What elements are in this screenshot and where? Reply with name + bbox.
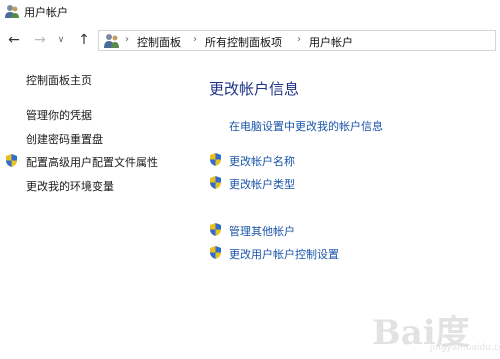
sidebar-item-advanced-profile[interactable]: 配置高级用户配置文件属性 [26, 154, 158, 170]
forward-arrow-icon[interactable]: → [32, 31, 48, 49]
page-heading: 更改帐户信息 [209, 80, 300, 98]
breadcrumb-item-all-items[interactable]: 所有控制面板项 [205, 34, 282, 50]
sidebar-item-manage-credentials[interactable]: 管理你的凭据 [26, 107, 92, 123]
uac-shield-icon [6, 154, 17, 167]
manage-other-accounts-link[interactable]: 管理其他帐户 [229, 223, 295, 239]
sidebar-item-create-reset-disk[interactable]: 创建密码重置盘 [26, 131, 103, 147]
breadcrumb-item-user-accounts[interactable]: 用户帐户 [309, 34, 353, 50]
uac-shield-icon [210, 176, 221, 189]
breadcrumb-separator-icon: › [297, 34, 301, 45]
users-icon [5, 5, 19, 18]
breadcrumb-separator-icon: › [125, 34, 129, 45]
uac-shield-icon [210, 223, 221, 236]
task-pane: 控制面板主页 管理你的凭据 创建密码重置盘 配置高级用户配置文件属性 更改我的环… [0, 60, 200, 359]
change-account-name-link[interactable]: 更改帐户名称 [229, 153, 295, 169]
uac-shield-icon [210, 246, 221, 259]
back-arrow-icon[interactable]: ← [6, 31, 22, 49]
breadcrumb-separator-icon: › [193, 34, 197, 45]
breadcrumb-item-control-panel[interactable]: 控制面板 [137, 34, 181, 50]
pc-settings-link[interactable]: 在电脑设置中更改我的帐户信息 [229, 118, 383, 134]
change-uac-settings-link[interactable]: 更改用户帐户控制设置 [229, 246, 339, 262]
chevron-down-icon[interactable]: ∨ [56, 31, 66, 49]
sidebar-item-environment-variables[interactable]: 更改我的环境变量 [26, 178, 114, 194]
watermark-url: jingyan.baidu.com [430, 343, 500, 353]
watermark: Bai度 jingyan.baidu.com [372, 305, 500, 355]
navigation-bar: ← → ∨ ↑ › 控制面板 › 所有控制面板项 › 用户帐户 [0, 28, 500, 54]
uac-shield-icon [210, 153, 221, 166]
users-icon [104, 34, 119, 48]
title-bar: 用户帐户 [0, 0, 500, 22]
up-arrow-icon[interactable]: ↑ [76, 31, 92, 49]
address-bar[interactable]: › 控制面板 › 所有控制面板项 › 用户帐户 [98, 30, 496, 51]
change-account-type-link[interactable]: 更改帐户类型 [229, 176, 295, 192]
sidebar-item-control-panel-home[interactable]: 控制面板主页 [26, 72, 92, 88]
window-title: 用户帐户 [24, 6, 68, 19]
